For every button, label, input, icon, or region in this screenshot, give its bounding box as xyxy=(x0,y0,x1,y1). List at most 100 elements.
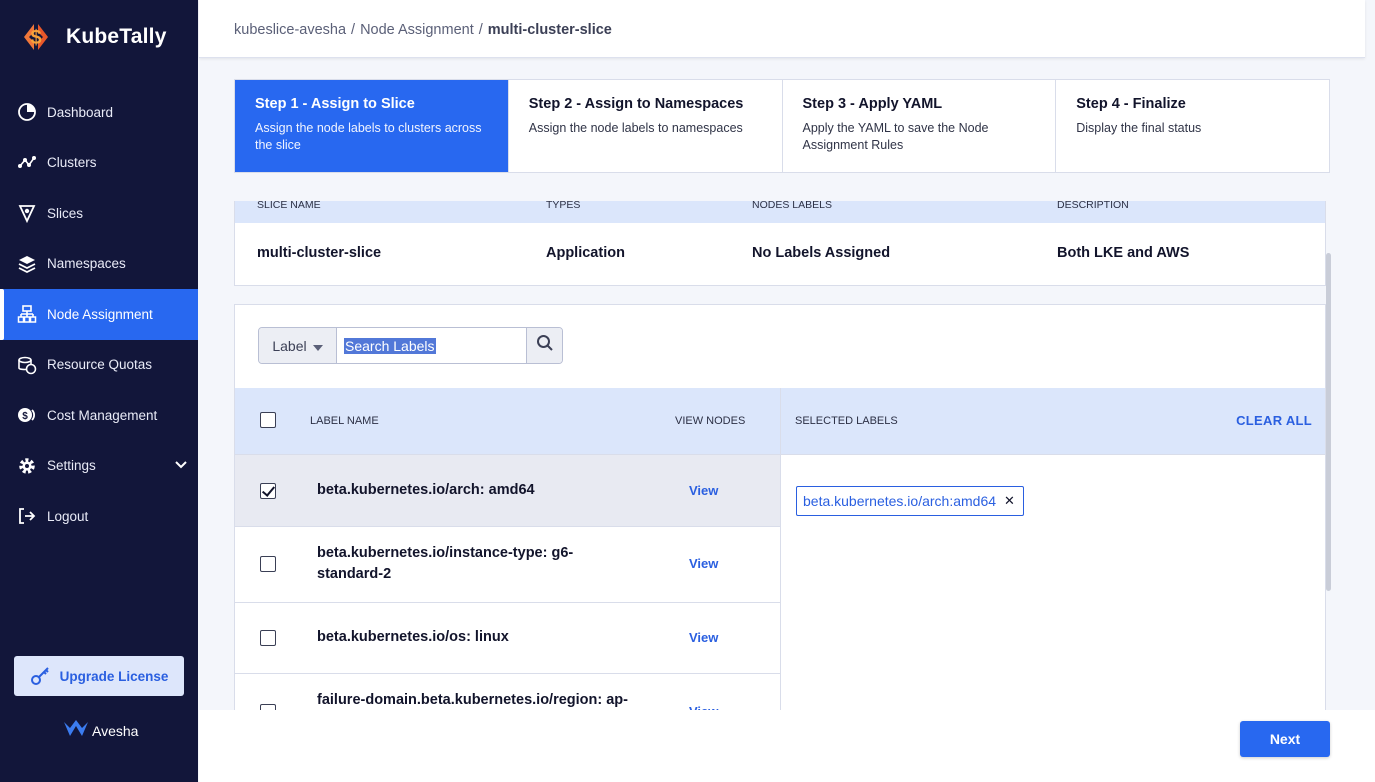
sidebar-item-label: Slices xyxy=(47,205,84,221)
label-selection-panel: Label Search Labels LABEL NAME VIEW NODE… xyxy=(234,304,1326,714)
search-input[interactable] xyxy=(337,337,526,354)
label-name: beta.kubernetes.io/arch: amd64 xyxy=(317,482,535,498)
slice-summary-table: SLICE NAME TYPES NODES LABELS DESCRIPTIO… xyxy=(234,201,1326,286)
table-row[interactable]: beta.kubernetes.io/instance-type: g6-sta… xyxy=(235,526,780,602)
label-name: failure-domain.beta.kubernetes.io/region… xyxy=(317,692,628,708)
sidebar: $ KubeTally Dashboard Clusters Slices Na… xyxy=(0,0,198,782)
sidebar-item-slices[interactable]: Slices xyxy=(0,188,198,239)
svg-text:$: $ xyxy=(30,27,41,49)
stepper: Step 1 - Assign to Slice Assign the node… xyxy=(234,79,1330,173)
sidebar-item-dashboard[interactable]: Dashboard xyxy=(0,87,198,138)
key-icon xyxy=(30,664,52,689)
nodes-icon xyxy=(16,152,37,173)
column-header-description: DESCRIPTION xyxy=(1057,201,1129,211)
view-nodes-link[interactable]: View xyxy=(689,630,718,645)
label-search: Label Search Labels xyxy=(258,327,563,364)
row-checkbox[interactable] xyxy=(260,630,276,646)
upgrade-license-label: Upgrade License xyxy=(59,668,169,684)
search-filter-value: Label xyxy=(272,337,307,354)
avesha-brand: Avesha xyxy=(62,718,138,743)
sidebar-item-label: Logout xyxy=(47,508,89,524)
pie-chart-icon xyxy=(16,102,37,123)
slice-icon xyxy=(16,203,37,224)
sidebar-item-node-assignment[interactable]: Node Assignment xyxy=(0,289,198,340)
avesha-brand-text: Avesha xyxy=(92,722,139,739)
sidebar-nav: Dashboard Clusters Slices Namespaces Nod… xyxy=(0,87,198,542)
search-filter-select[interactable]: Label xyxy=(259,328,337,363)
sidebar-item-logout[interactable]: Logout xyxy=(0,491,198,542)
breadcrumb-separator: / xyxy=(478,22,483,38)
app-name: KubeTally xyxy=(66,25,167,48)
column-header-slice-name: SLICE NAME xyxy=(257,201,321,211)
step-title: Step 2 - Assign to Namespaces xyxy=(528,96,744,112)
breadcrumb-item[interactable]: Node Assignment xyxy=(360,22,474,38)
search-input-wrapper: Search Labels xyxy=(337,328,526,363)
table-row[interactable]: beta.kubernetes.io/arch: amd64 View xyxy=(235,454,780,526)
svg-text:$: $ xyxy=(22,411,28,422)
step-2[interactable]: Step 2 - Assign to Namespaces Assign the… xyxy=(509,80,783,172)
sidebar-item-resource-quotas[interactable]: Resource Quotas xyxy=(0,340,198,391)
step-description: Display the final status xyxy=(1076,121,1202,135)
footer-bar xyxy=(199,710,1375,782)
search-button[interactable] xyxy=(526,328,562,363)
upgrade-license-button[interactable]: Upgrade License xyxy=(14,656,184,696)
column-header-types: TYPES xyxy=(546,201,581,211)
breadcrumb: kubeslice-avesha / Node Assignment / multi-c… xyxy=(234,22,612,38)
table-row[interactable]: failure-domain.beta.kubernetes.io/region… xyxy=(235,673,780,714)
step-description: Assign the node labels to namespaces xyxy=(528,121,743,135)
label-name: beta.kubernetes.io/instance-type: g6-sta… xyxy=(317,545,574,582)
slice-description-value: Both LKE and AWS xyxy=(1057,245,1190,261)
step-1[interactable]: Step 1 - Assign to Slice Assign the node… xyxy=(235,80,509,172)
step-title: Step 1 - Assign to Slice xyxy=(255,96,415,112)
breadcrumb-current: multi-cluster-slice xyxy=(487,22,612,38)
table-row[interactable]: beta.kubernetes.io/os: linux View xyxy=(235,602,780,673)
sidebar-item-namespaces[interactable]: Namespaces xyxy=(0,239,198,290)
slice-type-value: Application xyxy=(546,245,625,261)
top-header: kubeslice-avesha / Node Assignment / multi-c… xyxy=(199,0,1365,58)
coins-icon xyxy=(16,354,37,375)
avesha-crown-icon xyxy=(62,718,90,743)
chevron-down-icon[interactable] xyxy=(174,458,188,475)
scrollbar[interactable] xyxy=(1326,253,1331,591)
sidebar-item-settings[interactable]: Settings xyxy=(0,441,198,492)
view-nodes-link[interactable]: View xyxy=(689,483,718,498)
step-description: Apply the YAML to save the Node Assignme… xyxy=(802,121,989,152)
sidebar-item-label: Node Assignment xyxy=(47,306,153,322)
app-logo[interactable]: $ KubeTally xyxy=(16,20,167,54)
sidebar-item-label: Namespaces xyxy=(47,256,126,272)
step-3[interactable]: Step 3 - Apply YAML Apply the YAML to sa… xyxy=(783,80,1057,172)
selected-label-chip: beta.kubernetes.io/arch:amd64 ✕ xyxy=(796,486,1024,516)
sidebar-item-label: Resource Quotas xyxy=(47,357,153,373)
hierarchy-icon xyxy=(16,304,37,325)
next-button[interactable]: Next xyxy=(1240,721,1330,757)
select-all-checkbox[interactable] xyxy=(260,412,276,428)
breadcrumb-separator: / xyxy=(351,22,356,38)
row-checkbox[interactable] xyxy=(260,556,276,572)
breadcrumb-item[interactable]: kubeslice-avesha xyxy=(234,22,346,38)
selected-labels-header: SELECTED LABELS CLEAR ALL xyxy=(781,388,1325,455)
caret-down-icon xyxy=(312,338,323,354)
clear-all-button[interactable]: CLEAR ALL xyxy=(1236,413,1312,428)
labels-table-body: beta.kubernetes.io/arch: amd64 View beta… xyxy=(235,454,780,714)
sidebar-item-label: Cost Management xyxy=(47,407,158,423)
step-title: Step 4 - Finalize xyxy=(1076,96,1186,112)
slice-summary-header: SLICE NAME TYPES NODES LABELS DESCRIPTIO… xyxy=(235,201,1325,223)
step-4[interactable]: Step 4 - Finalize Display the final stat… xyxy=(1056,80,1329,172)
kubetally-logo-icon: $ xyxy=(16,20,56,54)
selected-labels-title: SELECTED LABELS xyxy=(795,415,898,427)
gear-icon xyxy=(16,455,37,476)
column-header-view-nodes: VIEW NODES xyxy=(675,415,746,427)
step-description: Assign the node labels to clusters acros… xyxy=(255,121,482,152)
column-header-node-labels: NODES LABELS xyxy=(752,201,832,211)
slice-name-value: multi-cluster-slice xyxy=(257,245,382,261)
sidebar-item-label: Clusters xyxy=(47,155,97,171)
close-icon[interactable]: ✕ xyxy=(1004,493,1015,509)
logout-icon xyxy=(16,506,37,527)
label-name: beta.kubernetes.io/os: linux xyxy=(317,629,509,645)
layers-icon xyxy=(16,253,37,274)
row-checkbox[interactable] xyxy=(260,483,276,499)
sidebar-item-cost-management[interactable]: $ Cost Management xyxy=(0,390,198,441)
labels-table-header: LABEL NAME VIEW NODES xyxy=(235,388,780,454)
sidebar-item-clusters[interactable]: Clusters xyxy=(0,138,198,189)
view-nodes-link[interactable]: View xyxy=(689,556,718,571)
